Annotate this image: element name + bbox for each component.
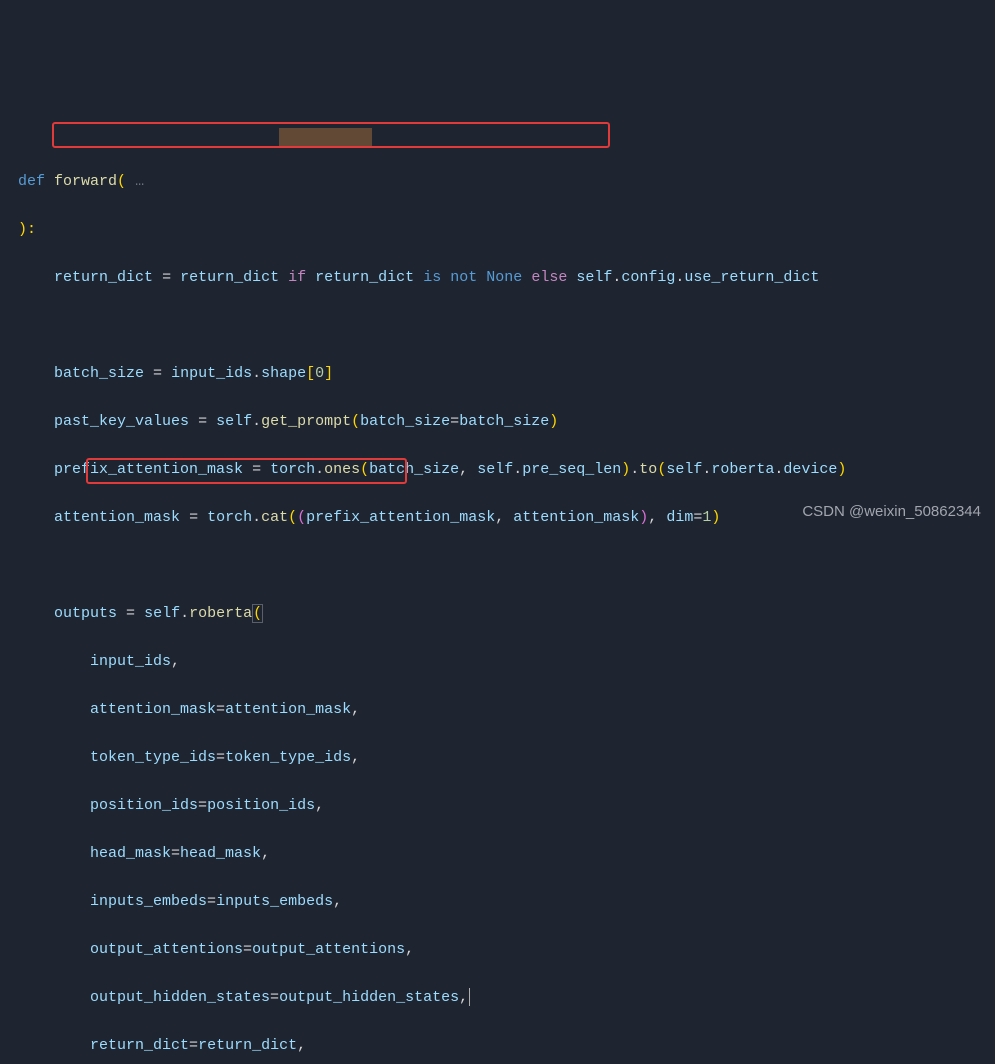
close-paren: ): (18, 221, 36, 238)
code-line[interactable]: past_key_values = self.get_prompt(batch_… (18, 410, 995, 434)
code-line-blank[interactable] (18, 554, 995, 578)
code-line[interactable]: outputs = self.roberta( (18, 602, 995, 626)
code-line[interactable]: prefix_attention_mask = torch.ones(batch… (18, 458, 995, 482)
code-editor[interactable]: def forward( … ): return_dict = return_d… (0, 0, 995, 1064)
code-line[interactable]: attention_mask = torch.cat((prefix_atten… (18, 506, 995, 530)
code-line[interactable]: attention_mask=attention_mask, (18, 698, 995, 722)
collapse-dots[interactable]: … (135, 173, 144, 190)
keyword-def: def (18, 173, 45, 190)
function-name: forward (54, 173, 117, 190)
code-line[interactable]: def forward( … (18, 170, 995, 194)
highlight-box-1 (52, 122, 610, 148)
highlight-method-bg (279, 128, 372, 146)
code-line[interactable]: position_ids=position_ids, (18, 794, 995, 818)
code-line[interactable]: head_mask=head_mask, (18, 842, 995, 866)
code-line[interactable]: batch_size = input_ids.shape[0] (18, 362, 995, 386)
code-line[interactable]: input_ids, (18, 650, 995, 674)
code-line[interactable]: return_dict = return_dict if return_dict… (18, 266, 995, 290)
code-line[interactable]: return_dict=return_dict, (18, 1034, 995, 1058)
code-line[interactable]: ): (18, 218, 995, 242)
code-line[interactable]: output_hidden_states=output_hidden_state… (18, 986, 995, 1010)
method-get-prompt: get_prompt (261, 413, 351, 430)
text-cursor (469, 988, 470, 1006)
code-line-blank[interactable] (18, 314, 995, 338)
code-line[interactable]: output_attentions=output_attentions, (18, 938, 995, 962)
code-line[interactable]: inputs_embeds=inputs_embeds, (18, 890, 995, 914)
code-line[interactable]: token_type_ids=token_type_ids, (18, 746, 995, 770)
